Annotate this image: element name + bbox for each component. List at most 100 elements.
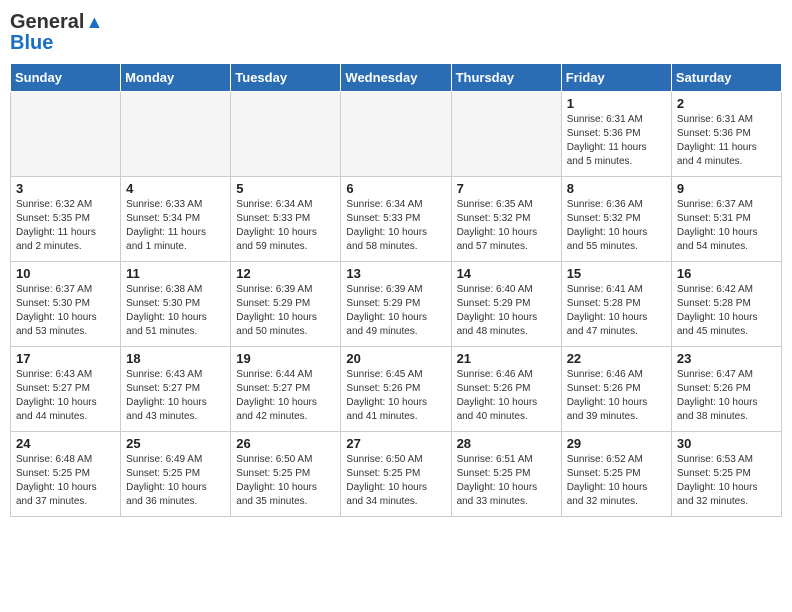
calendar-cell: [121, 92, 231, 177]
calendar-cell: [341, 92, 451, 177]
calendar-cell: 13 Sunrise: 6:39 AM Sunset: 5:29 PM Dayli…: [341, 262, 451, 347]
week-row-2: 3Sunrise: 6:32 AM Sunset: 5:35 PM Daylig…: [11, 177, 782, 262]
week-row-4: 17Sunrise: 6:43 AM Sunset: 5:27 PM Dayli…: [11, 347, 782, 432]
day-info: Sunrise: 6:36 AM Sunset: 5:32 PM Dayligh…: [567, 198, 666, 254]
calendar-cell: 30 Sunrise: 6:53 AM Sunset: 5:25 PM Dayli…: [671, 432, 781, 517]
calendar-cell: 15 Sunrise: 6:41 AM Sunset: 5:28 PM Dayli…: [561, 262, 671, 347]
calendar-cell: 18 Sunrise: 6:43 AM Sunset: 5:27 PM Dayli…: [121, 347, 231, 432]
day-info: Sunrise: 6:53 AM Sunset: 5:25 PM Dayligh…: [677, 453, 776, 509]
day-info: Sunrise: 6:34 AM Sunset: 5:33 PM Dayligh…: [236, 198, 335, 254]
day-number: 30: [677, 436, 776, 451]
day-number: 15: [567, 266, 666, 281]
day-info: Sunrise: 6:52 AM Sunset: 5:25 PM Dayligh…: [567, 453, 666, 509]
calendar-cell: [231, 92, 341, 177]
logo-subtitle: Blue: [10, 32, 53, 55]
day-info: Sunrise: 6:33 AM Sunset: 5:34 PM Dayligh…: [126, 198, 225, 254]
day-number: 14: [457, 266, 556, 281]
day-info: Sunrise: 6:42 AM Sunset: 5:28 PM Dayligh…: [677, 283, 776, 339]
day-info: Sunrise: 6:50 AM Sunset: 5:25 PM Dayligh…: [346, 453, 445, 509]
calendar-cell: 3Sunrise: 6:32 AM Sunset: 5:35 PM Daylig…: [11, 177, 121, 262]
day-header-friday: Friday: [561, 64, 671, 92]
logo-text: General▲: [10, 10, 103, 32]
calendar-cell: 29 Sunrise: 6:52 AM Sunset: 5:25 PM Dayli…: [561, 432, 671, 517]
day-info: Sunrise: 6:37 AM Sunset: 5:30 PM Dayligh…: [16, 283, 115, 339]
day-number: 12: [236, 266, 335, 281]
week-row-5: 24 Sunrise: 6:48 AM Sunset: 5:25 PM Dayli…: [11, 432, 782, 517]
day-number: 7: [457, 181, 556, 196]
day-number: 5: [236, 181, 335, 196]
calendar-cell: 9Sunrise: 6:37 AM Sunset: 5:31 PM Daylig…: [671, 177, 781, 262]
logo: General▲ Blue: [10, 10, 103, 55]
calendar-cell: 6 Sunrise: 6:34 AM Sunset: 5:33 PM Daylig…: [341, 177, 451, 262]
days-header-row: SundayMondayTuesdayWednesdayThursdayFrid…: [11, 64, 782, 92]
calendar-cell: [451, 92, 561, 177]
day-number: 20: [346, 351, 445, 366]
day-info: Sunrise: 6:50 AM Sunset: 5:25 PM Dayligh…: [236, 453, 335, 509]
week-row-3: 10 Sunrise: 6:37 AM Sunset: 5:30 PM Dayli…: [11, 262, 782, 347]
day-info: Sunrise: 6:48 AM Sunset: 5:25 PM Dayligh…: [16, 453, 115, 509]
day-number: 2: [677, 96, 776, 111]
day-info: Sunrise: 6:49 AM Sunset: 5:25 PM Dayligh…: [126, 453, 225, 509]
day-number: 25: [126, 436, 225, 451]
day-number: 18: [126, 351, 225, 366]
calendar-cell: 16 Sunrise: 6:42 AM Sunset: 5:28 PM Dayli…: [671, 262, 781, 347]
day-number: 24: [16, 436, 115, 451]
week-row-1: 1 Sunrise: 6:31 AM Sunset: 5:36 PM Daylig…: [11, 92, 782, 177]
day-info: Sunrise: 6:51 AM Sunset: 5:25 PM Dayligh…: [457, 453, 556, 509]
day-header-thursday: Thursday: [451, 64, 561, 92]
day-header-tuesday: Tuesday: [231, 64, 341, 92]
calendar-table: SundayMondayTuesdayWednesdayThursdayFrid…: [10, 63, 782, 517]
calendar-cell: 1 Sunrise: 6:31 AM Sunset: 5:36 PM Daylig…: [561, 92, 671, 177]
calendar-cell: 7 Sunrise: 6:35 AM Sunset: 5:32 PM Daylig…: [451, 177, 561, 262]
day-number: 10: [16, 266, 115, 281]
day-number: 3: [16, 181, 115, 196]
day-info: Sunrise: 6:39 AM Sunset: 5:29 PM Dayligh…: [346, 283, 445, 339]
calendar-cell: [11, 92, 121, 177]
calendar-cell: 19Sunrise: 6:44 AM Sunset: 5:27 PM Dayli…: [231, 347, 341, 432]
page-header: General▲ Blue: [10, 10, 782, 55]
calendar-cell: 20 Sunrise: 6:45 AM Sunset: 5:26 PM Dayli…: [341, 347, 451, 432]
day-number: 4: [126, 181, 225, 196]
calendar-cell: 5 Sunrise: 6:34 AM Sunset: 5:33 PM Daylig…: [231, 177, 341, 262]
calendar-cell: 26 Sunrise: 6:50 AM Sunset: 5:25 PM Dayli…: [231, 432, 341, 517]
day-number: 19: [236, 351, 335, 366]
calendar-cell: 17Sunrise: 6:43 AM Sunset: 5:27 PM Dayli…: [11, 347, 121, 432]
day-info: Sunrise: 6:31 AM Sunset: 5:36 PM Dayligh…: [567, 113, 666, 169]
day-number: 26: [236, 436, 335, 451]
day-header-sunday: Sunday: [11, 64, 121, 92]
day-info: Sunrise: 6:46 AM Sunset: 5:26 PM Dayligh…: [457, 368, 556, 424]
calendar-cell: 14 Sunrise: 6:40 AM Sunset: 5:29 PM Dayli…: [451, 262, 561, 347]
day-number: 16: [677, 266, 776, 281]
calendar-cell: 27 Sunrise: 6:50 AM Sunset: 5:25 PM Dayli…: [341, 432, 451, 517]
day-info: Sunrise: 6:43 AM Sunset: 5:27 PM Dayligh…: [126, 368, 225, 424]
day-info: Sunrise: 6:35 AM Sunset: 5:32 PM Dayligh…: [457, 198, 556, 254]
day-number: 8: [567, 181, 666, 196]
calendar-cell: 11Sunrise: 6:38 AM Sunset: 5:30 PM Dayli…: [121, 262, 231, 347]
calendar-cell: 8 Sunrise: 6:36 AM Sunset: 5:32 PM Daylig…: [561, 177, 671, 262]
day-number: 21: [457, 351, 556, 366]
calendar-cell: 28 Sunrise: 6:51 AM Sunset: 5:25 PM Dayli…: [451, 432, 561, 517]
day-number: 29: [567, 436, 666, 451]
calendar-cell: 21 Sunrise: 6:46 AM Sunset: 5:26 PM Dayli…: [451, 347, 561, 432]
day-info: Sunrise: 6:34 AM Sunset: 5:33 PM Dayligh…: [346, 198, 445, 254]
calendar-cell: 10 Sunrise: 6:37 AM Sunset: 5:30 PM Dayli…: [11, 262, 121, 347]
calendar-cell: 12 Sunrise: 6:39 AM Sunset: 5:29 PM Dayli…: [231, 262, 341, 347]
day-number: 27: [346, 436, 445, 451]
day-info: Sunrise: 6:39 AM Sunset: 5:29 PM Dayligh…: [236, 283, 335, 339]
day-info: Sunrise: 6:43 AM Sunset: 5:27 PM Dayligh…: [16, 368, 115, 424]
day-info: Sunrise: 6:31 AM Sunset: 5:36 PM Dayligh…: [677, 113, 776, 169]
day-number: 22: [567, 351, 666, 366]
calendar-cell: 23Sunrise: 6:47 AM Sunset: 5:26 PM Dayli…: [671, 347, 781, 432]
day-info: Sunrise: 6:41 AM Sunset: 5:28 PM Dayligh…: [567, 283, 666, 339]
day-info: Sunrise: 6:40 AM Sunset: 5:29 PM Dayligh…: [457, 283, 556, 339]
day-number: 6: [346, 181, 445, 196]
calendar-cell: 2 Sunrise: 6:31 AM Sunset: 5:36 PM Daylig…: [671, 92, 781, 177]
day-number: 9: [677, 181, 776, 196]
day-header-saturday: Saturday: [671, 64, 781, 92]
day-number: 1: [567, 96, 666, 111]
day-number: 28: [457, 436, 556, 451]
day-info: Sunrise: 6:45 AM Sunset: 5:26 PM Dayligh…: [346, 368, 445, 424]
day-number: 13: [346, 266, 445, 281]
calendar-cell: 4 Sunrise: 6:33 AM Sunset: 5:34 PM Daylig…: [121, 177, 231, 262]
calendar-cell: 25 Sunrise: 6:49 AM Sunset: 5:25 PM Dayli…: [121, 432, 231, 517]
